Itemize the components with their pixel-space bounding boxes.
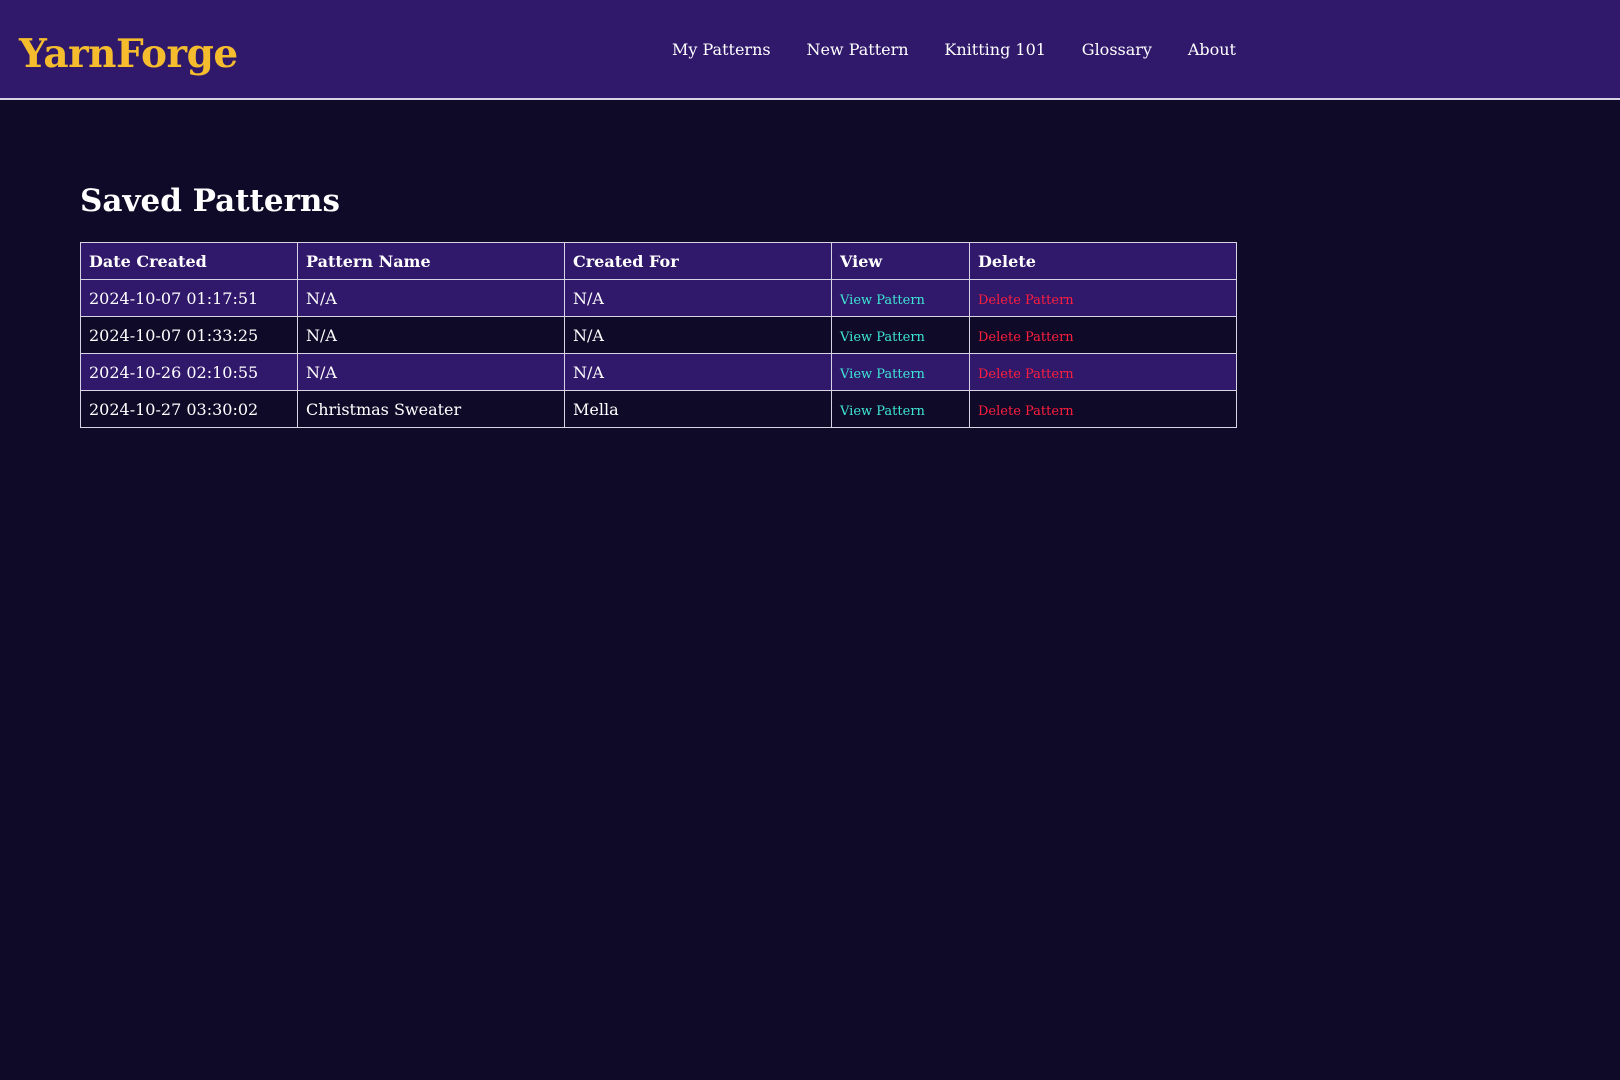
nav-link-about[interactable]: About [1188,40,1236,59]
nav-link-my-patterns[interactable]: My Patterns [672,40,771,59]
top-navbar: YarnForge My Patterns New Pattern Knitti… [0,0,1620,100]
column-header-delete: Delete [969,242,1237,280]
column-header-pattern-name: Pattern Name [297,242,565,280]
table-row: 2024-10-26 02:10:55 N/A N/A View Pattern… [80,353,1237,391]
view-pattern-link[interactable]: View Pattern [840,293,925,308]
view-cell: View Pattern [831,279,970,317]
table-body: 2024-10-07 01:17:51 N/A N/A View Pattern… [80,279,1237,428]
created-for-cell: N/A [564,353,832,391]
pattern-name-cell: Christmas Sweater [297,390,565,428]
view-pattern-link[interactable]: View Pattern [840,404,925,419]
created-for-cell: N/A [564,316,832,354]
table-row: 2024-10-07 01:33:25 N/A N/A View Pattern… [80,316,1237,354]
delete-pattern-link[interactable]: Delete Pattern [978,293,1074,308]
pattern-name-cell: N/A [297,353,565,391]
delete-cell: Delete Pattern [969,390,1237,428]
table-header-row: Date Created Pattern Name Created For Vi… [80,242,1237,280]
created-for-cell: N/A [564,279,832,317]
column-header-created-for: Created For [564,242,832,280]
view-cell: View Pattern [831,353,970,391]
site-logo[interactable]: YarnForge [19,28,238,80]
created-for-cell: Mella [564,390,832,428]
date-created-cell: 2024-10-27 03:30:02 [80,390,298,428]
column-header-date-created: Date Created [80,242,298,280]
delete-cell: Delete Pattern [969,353,1237,391]
pattern-name-cell: N/A [297,279,565,317]
page-title: Saved Patterns [80,183,340,219]
pattern-name-cell: N/A [297,316,565,354]
view-pattern-link[interactable]: View Pattern [840,330,925,345]
view-cell: View Pattern [831,390,970,428]
table-row: 2024-10-07 01:17:51 N/A N/A View Pattern… [80,279,1237,317]
delete-cell: Delete Pattern [969,279,1237,317]
nav-link-knitting-101[interactable]: Knitting 101 [944,40,1046,59]
main-nav: My Patterns New Pattern Knitting 101 Glo… [672,0,1236,98]
saved-patterns-table: Date Created Pattern Name Created For Vi… [80,242,1237,428]
delete-cell: Delete Pattern [969,316,1237,354]
delete-pattern-link[interactable]: Delete Pattern [978,404,1074,419]
view-pattern-link[interactable]: View Pattern [840,367,925,382]
delete-pattern-link[interactable]: Delete Pattern [978,330,1074,345]
table-header: Date Created Pattern Name Created For Vi… [80,242,1237,280]
date-created-cell: 2024-10-07 01:17:51 [80,279,298,317]
nav-link-new-pattern[interactable]: New Pattern [806,40,908,59]
date-created-cell: 2024-10-26 02:10:55 [80,353,298,391]
table-row: 2024-10-27 03:30:02 Christmas Sweater Me… [80,390,1237,428]
view-cell: View Pattern [831,316,970,354]
delete-pattern-link[interactable]: Delete Pattern [978,367,1074,382]
nav-link-glossary[interactable]: Glossary [1082,40,1152,59]
column-header-view: View [831,242,970,280]
date-created-cell: 2024-10-07 01:33:25 [80,316,298,354]
